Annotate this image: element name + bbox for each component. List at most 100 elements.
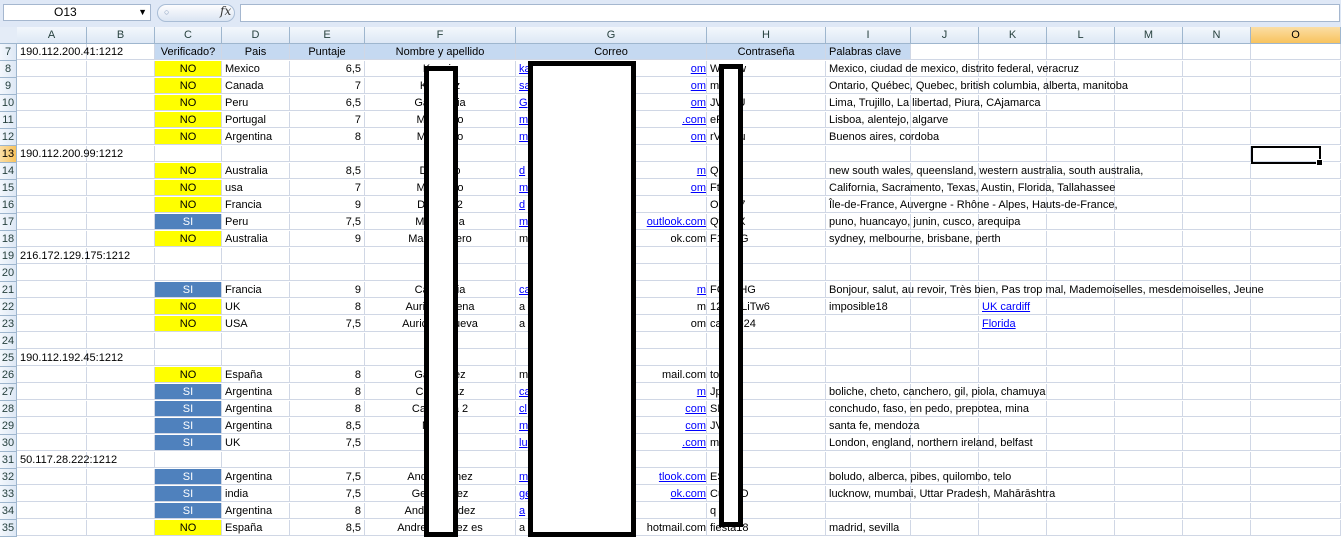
grid-cell[interactable] [17,333,87,349]
email-link[interactable]: m [519,471,528,483]
country-cell[interactable]: Francia [222,282,290,298]
proxy-address-cell[interactable]: 190.112.200.41:1212 [17,44,155,60]
email-link[interactable]: m [697,282,706,298]
keywords-cell[interactable]: Lisboa, alentejo, algarve [826,112,1251,128]
grid-cell[interactable] [826,146,911,162]
email-link[interactable]: om [691,95,706,111]
keywords-cell[interactable]: sydney, melbourne, brisbane, perth [826,231,1251,247]
row-header-21[interactable]: 21 [0,282,17,299]
verified-status-cell[interactable]: SI [155,486,222,502]
email-link[interactable]: a [519,318,525,330]
grid-cell[interactable] [1183,503,1251,519]
grid-cell[interactable] [87,401,155,417]
email-link[interactable]: m [519,114,528,126]
keywords-cell[interactable]: new south wales, queensland, western aus… [826,163,1251,179]
column-header-N[interactable]: N [1183,27,1251,44]
grid-cell[interactable] [87,299,155,315]
header-correo[interactable]: Correo [516,44,707,60]
grid-cell[interactable] [87,78,155,94]
grid-cell[interactable] [911,503,979,519]
column-header-B[interactable]: B [87,27,155,44]
grid-cell[interactable] [17,265,87,281]
grid-cell[interactable] [826,265,911,281]
row-header-28[interactable]: 28 [0,401,17,418]
keywords-cell[interactable]: Lima, Trujillo, La libertad, Piura, CAja… [826,95,1251,111]
grid-cell[interactable] [1251,435,1341,451]
score-cell[interactable]: 8 [290,367,365,383]
email-link[interactable]: hotmail.com [647,520,706,536]
row-header-34[interactable]: 34 [0,503,17,520]
score-cell[interactable]: 7,5 [290,486,365,502]
country-cell[interactable]: Australia [222,231,290,247]
column-header-D[interactable]: D [222,27,290,44]
grid-cell[interactable] [17,282,87,298]
keywords-cell[interactable]: boludo, alberca, pibes, quilombo, telo [826,469,1251,485]
country-cell[interactable]: Australia [222,163,290,179]
grid-cell[interactable] [1047,452,1115,468]
row-header-32[interactable]: 32 [0,469,17,486]
keywords-cell[interactable]: Ontario, Québec, Quebec, british columbi… [826,78,1251,94]
score-cell[interactable]: 9 [290,197,365,213]
row-header-19[interactable]: 19 [0,248,17,265]
grid-cell[interactable] [17,316,87,332]
email-link[interactable]: om [691,180,706,196]
country-cell[interactable]: Mexico [222,61,290,77]
email-link[interactable]: ok.com [671,486,706,502]
grid-cell[interactable] [290,248,365,264]
email-link[interactable]: .com [682,435,706,451]
email-link[interactable]: G [519,97,528,109]
country-cell[interactable]: Argentina [222,469,290,485]
column-header-A[interactable]: A [17,27,87,44]
email-link[interactable]: cl [519,403,527,415]
row-header-22[interactable]: 22 [0,299,17,316]
column-header-M[interactable]: M [1115,27,1183,44]
grid-cell[interactable] [826,503,911,519]
grid-cell[interactable] [17,95,87,111]
grid-cell[interactable] [290,265,365,281]
grid-cell[interactable] [1251,469,1341,485]
country-cell[interactable]: Canada [222,78,290,94]
grid-cell[interactable] [1251,214,1341,230]
column-header-F[interactable]: F [365,27,516,44]
verified-status-cell[interactable]: NO [155,520,222,536]
verified-status-cell[interactable]: NO [155,112,222,128]
keywords-cell[interactable]: lucknow, mumbai, Uttar Pradesh, Mahārāsh… [826,486,1251,502]
grid-cell[interactable] [1047,367,1115,383]
keywords-cell[interactable]: puno, huancayo, junin, cusco, arequipa [826,214,1251,230]
row-header-14[interactable]: 14 [0,163,17,180]
grid-cell[interactable] [1183,452,1251,468]
score-cell[interactable]: 7,5 [290,316,365,332]
grid-cell[interactable] [1251,384,1341,400]
grid-cell[interactable] [1251,367,1341,383]
row-header-16[interactable]: 16 [0,197,17,214]
email-link[interactable]: m [519,233,528,245]
grid-cell[interactable] [826,333,911,349]
header-nombre[interactable]: Nombre y apellido [365,44,516,60]
row-header-25[interactable]: 25 [0,350,17,367]
grid-cell[interactable] [87,180,155,196]
row-header-26[interactable]: 26 [0,367,17,384]
row-header-17[interactable]: 17 [0,214,17,231]
grid-cell[interactable] [1115,350,1183,366]
grid-cell[interactable] [87,316,155,332]
header-pais[interactable]: Pais [222,44,290,60]
email-link[interactable]: m [697,384,706,400]
grid-cell[interactable] [290,333,365,349]
score-cell[interactable]: 8,5 [290,163,365,179]
keywords-cell[interactable]: California, Sacramento, Texas, Austin, F… [826,180,1251,196]
email-link[interactable]: m [697,299,706,315]
grid-cell[interactable] [1115,146,1183,162]
row-header-27[interactable]: 27 [0,384,17,401]
grid-cell[interactable] [1251,299,1341,315]
grid-cell[interactable] [911,248,979,264]
country-cell[interactable]: Portugal [222,112,290,128]
grid-cell[interactable] [1251,418,1341,434]
chevron-down-icon[interactable]: ▼ [138,5,147,20]
grid-cell[interactable] [1251,95,1341,111]
verified-status-cell[interactable]: SI [155,384,222,400]
verified-status-cell[interactable]: NO [155,180,222,196]
score-cell[interactable]: 7 [290,180,365,196]
row-header-12[interactable]: 12 [0,129,17,146]
grid-cell[interactable] [17,163,87,179]
grid-cell[interactable] [87,282,155,298]
